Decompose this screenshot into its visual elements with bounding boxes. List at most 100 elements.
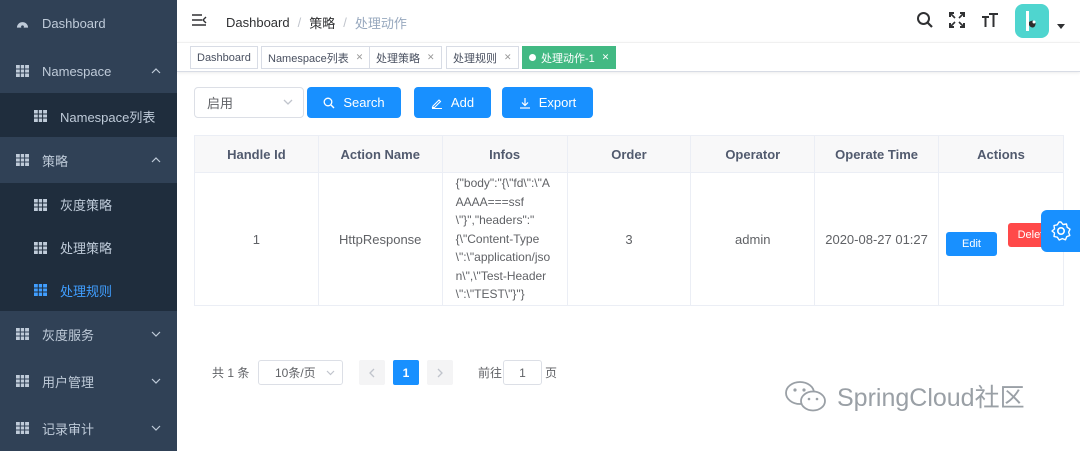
breadcrumb-separator: / xyxy=(343,15,347,30)
tag-label: Namespace列表 xyxy=(268,52,349,65)
column-header: Actions xyxy=(938,135,1064,173)
grid-icon xyxy=(34,241,47,254)
sidebar-item-user-management[interactable]: 用户管理 xyxy=(0,358,177,404)
tag-label: Dashboard xyxy=(197,51,251,64)
wechat-logo-icon xyxy=(785,381,826,412)
search-button[interactable]: Search xyxy=(307,87,401,118)
sidebar-item-namespace-list[interactable]: Namespace列表 xyxy=(0,93,177,139)
column-header: Action Name xyxy=(318,135,443,173)
sidebar-item-policy[interactable]: 策略 xyxy=(0,137,177,183)
sidebar: Dashboard Namespace Namespace列表 策略 灰度策略 … xyxy=(0,0,177,451)
chevron-down-icon xyxy=(326,370,335,376)
column-header: Infos xyxy=(442,135,568,173)
export-button[interactable]: Export xyxy=(502,87,593,118)
font-size-icon[interactable] xyxy=(981,11,999,29)
sidebar-item-label: 灰度服务 xyxy=(42,327,95,343)
cell-handle-id: 1 xyxy=(194,172,319,306)
sidebar-item-handle-policy[interactable]: 处理策略 xyxy=(0,226,177,269)
fullscreen-icon[interactable] xyxy=(948,11,966,29)
grid-icon xyxy=(16,375,29,387)
watermark: SpringCloud社区 xyxy=(783,378,1025,414)
breadcrumb-item[interactable]: Dashboard xyxy=(226,15,290,30)
grid-icon xyxy=(16,328,29,340)
tag-namespace-list[interactable]: Namespace列表 ✕ xyxy=(261,46,371,69)
cell-operate-time: 2020-08-27 01:27 xyxy=(814,172,939,306)
caret-down-icon[interactable] xyxy=(1057,24,1065,30)
watermark-text: SpringCloud社区 xyxy=(837,384,1025,412)
page-jump-input[interactable] xyxy=(503,360,542,385)
tag-handle-policy[interactable]: 处理策略 ✕ xyxy=(369,46,442,69)
breadcrumb-current: 处理动作 xyxy=(354,16,407,31)
column-header: Operator xyxy=(690,135,816,173)
sidebar-item-label: 处理规则 xyxy=(60,283,113,299)
status-select[interactable]: 启用 xyxy=(194,87,304,118)
breadcrumb: Dashboard / 策略 / 处理动作 xyxy=(226,13,407,32)
sidebar-item-dashboard[interactable]: Dashboard xyxy=(0,0,177,46)
avatar[interactable] xyxy=(1015,4,1049,38)
column-header: Handle Id xyxy=(194,135,319,173)
column-header: Operate Time xyxy=(814,135,939,173)
tag-label: 处理规则 xyxy=(453,52,497,65)
chevron-down-icon xyxy=(151,378,161,384)
search-icon xyxy=(323,97,335,108)
settings-button[interactable] xyxy=(1041,210,1080,252)
hamburger-icon[interactable] xyxy=(191,12,207,28)
sidebar-item-label: 灰度策略 xyxy=(60,198,113,213)
cell-operator: admin xyxy=(690,172,816,306)
breadcrumb-separator: / xyxy=(297,15,302,30)
table-header-row: Handle Id Action Name Infos Order Operat… xyxy=(194,135,1064,173)
tag-label: 处理策略 xyxy=(376,52,420,65)
prev-page-button[interactable] xyxy=(359,360,385,385)
infos-text: {"body":"{\"fd\":\"AAAAA===ssf\"}","head… xyxy=(455,176,551,302)
gear-icon xyxy=(1050,221,1071,241)
page-size-value: 10条/页 xyxy=(275,366,316,380)
grid-icon xyxy=(34,284,47,296)
breadcrumb-item[interactable]: 策略 xyxy=(309,13,335,32)
grid-icon xyxy=(16,422,29,434)
sidebar-item-gray-service[interactable]: 灰度服务 xyxy=(0,311,177,357)
search-button-label: Search xyxy=(343,95,385,110)
export-button-label: Export xyxy=(538,95,577,110)
sidebar-item-gray-policy[interactable]: 灰度策略 xyxy=(0,183,177,226)
close-icon[interactable]: ✕ xyxy=(356,52,364,63)
tag-label: 处理动作-1 xyxy=(541,52,595,65)
edit-button[interactable]: Edit xyxy=(945,231,997,256)
next-page-button[interactable] xyxy=(427,360,453,385)
active-dot-icon xyxy=(529,54,536,61)
sidebar-item-label: 用户管理 xyxy=(42,374,95,390)
edit-icon xyxy=(431,98,442,109)
tag-dashboard[interactable]: Dashboard xyxy=(190,46,258,69)
download-icon xyxy=(519,97,530,109)
chevron-down-icon xyxy=(151,331,161,337)
cell-infos: {"body":"{\"fd\":\"AAAAA===ssf\"}","head… xyxy=(442,172,568,306)
cell-order: 3 xyxy=(567,172,692,306)
sidebar-item-namespace[interactable]: Namespace xyxy=(0,48,177,94)
grid-icon xyxy=(16,154,29,166)
chevron-up-icon xyxy=(151,68,161,74)
grid-icon xyxy=(34,110,47,122)
close-icon[interactable]: ✕ xyxy=(602,52,610,63)
sidebar-item-label: Dashboard xyxy=(42,15,106,31)
page-number[interactable]: 1 xyxy=(393,360,419,385)
status-select-value: 启用 xyxy=(207,96,234,111)
sidebar-item-label: 策略 xyxy=(42,153,69,169)
close-icon[interactable]: ✕ xyxy=(504,52,512,63)
grid-icon xyxy=(16,65,29,77)
add-button[interactable]: Add xyxy=(414,87,491,118)
tag-handle-rules[interactable]: 处理规则 ✕ xyxy=(446,46,519,69)
search-icon[interactable] xyxy=(916,11,934,29)
pagination-total: 共 1 条 xyxy=(212,366,250,380)
sidebar-item-label: Namespace列表 xyxy=(60,109,156,125)
sidebar-item-handle-rules[interactable]: 处理规则 xyxy=(0,269,177,311)
navbar: Dashboard / 策略 / 处理动作 xyxy=(177,0,1080,42)
jump-suffix: 页 xyxy=(545,366,558,380)
sidebar-item-audit-log[interactable]: 记录审计 xyxy=(0,405,177,451)
page-size-select[interactable]: 10条/页 xyxy=(258,360,343,385)
sidebar-item-label: 处理策略 xyxy=(60,241,113,256)
chevron-left-icon xyxy=(369,368,375,377)
chevron-down-icon xyxy=(283,99,293,105)
close-icon[interactable]: ✕ xyxy=(427,52,435,63)
avatar-image-icon xyxy=(1026,11,1036,31)
dashboard-icon xyxy=(16,22,29,29)
tag-handle-action[interactable]: 处理动作-1 ✕ xyxy=(522,46,617,69)
